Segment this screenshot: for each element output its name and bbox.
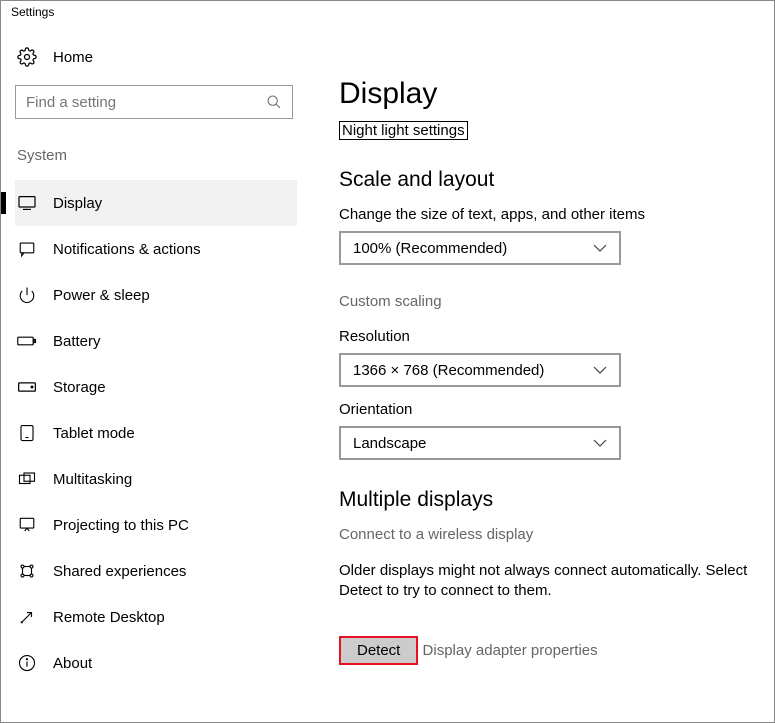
scale-dropdown[interactable]: 100% (Recommended) (339, 231, 621, 265)
nav-item-remote[interactable]: Remote Desktop (15, 594, 297, 640)
nav-label: About (53, 655, 92, 672)
chat-icon (17, 240, 37, 258)
chevron-down-icon (593, 244, 607, 252)
scale-heading: Scale and layout (339, 168, 756, 192)
nav-label: Battery (53, 333, 101, 350)
nav-item-notifications[interactable]: Notifications & actions (15, 226, 297, 272)
nav-label: Notifications & actions (53, 241, 201, 258)
chevron-down-icon (593, 366, 607, 374)
resolution-value: 1366 × 768 (Recommended) (353, 362, 544, 379)
nav-label: Projecting to this PC (53, 517, 189, 534)
gear-icon (17, 47, 37, 67)
tablet-icon (17, 424, 37, 442)
orientation-label: Orientation (339, 401, 756, 418)
nav-label: Remote Desktop (53, 609, 165, 626)
orientation-value: Landscape (353, 435, 426, 452)
night-light-link[interactable]: Night light settings (339, 121, 468, 140)
resolution-dropdown[interactable]: 1366 × 768 (Recommended) (339, 353, 621, 387)
multi-heading: Multiple displays (339, 488, 756, 512)
sidebar: Home System Display Notifications & acti… (1, 29, 311, 722)
nav-item-shared[interactable]: Shared experiences (15, 548, 297, 594)
search-box[interactable] (15, 85, 293, 119)
window-titlebar: Settings (1, 1, 774, 29)
page-title: Display (339, 77, 756, 111)
nav-item-power[interactable]: Power & sleep (15, 272, 297, 318)
monitor-icon (17, 195, 37, 211)
nav-label: Shared experiences (53, 563, 186, 580)
custom-scaling-link[interactable]: Custom scaling (339, 293, 442, 310)
storage-icon (17, 381, 37, 393)
older-desc: Older displays might not always connect … (339, 561, 756, 602)
detect-button[interactable]: Detect (339, 636, 418, 665)
main-panel: Display Night light settings Scale and l… (311, 29, 774, 722)
home-button[interactable]: Home (15, 29, 297, 85)
wireless-link[interactable]: Connect to a wireless display (339, 526, 533, 543)
category-label: System (17, 147, 297, 164)
resolution-label: Resolution (339, 328, 756, 345)
power-icon (17, 286, 37, 304)
nav-item-tablet[interactable]: Tablet mode (15, 410, 297, 456)
nav-item-battery[interactable]: Battery (15, 318, 297, 364)
content-area: Home System Display Notifications & acti… (1, 29, 774, 722)
nav-item-multitasking[interactable]: Multitasking (15, 456, 297, 502)
search-icon (266, 94, 282, 110)
window-title: Settings (11, 5, 54, 19)
chevron-down-icon (593, 439, 607, 447)
share-icon (17, 562, 37, 580)
info-icon (17, 654, 37, 672)
remote-icon (17, 608, 37, 626)
scale-label: Change the size of text, apps, and other… (339, 206, 756, 223)
nav-label: Multitasking (53, 471, 132, 488)
nav-item-projecting[interactable]: Projecting to this PC (15, 502, 297, 548)
nav-label: Tablet mode (53, 425, 135, 442)
home-label: Home (53, 49, 93, 66)
battery-icon (17, 334, 37, 348)
nav-list: Display Notifications & actions Power & … (15, 180, 297, 686)
adapter-link[interactable]: Display adapter properties (423, 642, 598, 659)
nav-label: Display (53, 195, 102, 212)
nav-item-storage[interactable]: Storage (15, 364, 297, 410)
orientation-dropdown[interactable]: Landscape (339, 426, 621, 460)
search-input[interactable] (26, 94, 256, 111)
multitask-icon (17, 471, 37, 487)
nav-item-about[interactable]: About (15, 640, 297, 686)
nav-item-display[interactable]: Display (15, 180, 297, 226)
project-icon (17, 516, 37, 534)
scale-value: 100% (Recommended) (353, 240, 507, 257)
nav-label: Power & sleep (53, 287, 150, 304)
nav-label: Storage (53, 379, 106, 396)
